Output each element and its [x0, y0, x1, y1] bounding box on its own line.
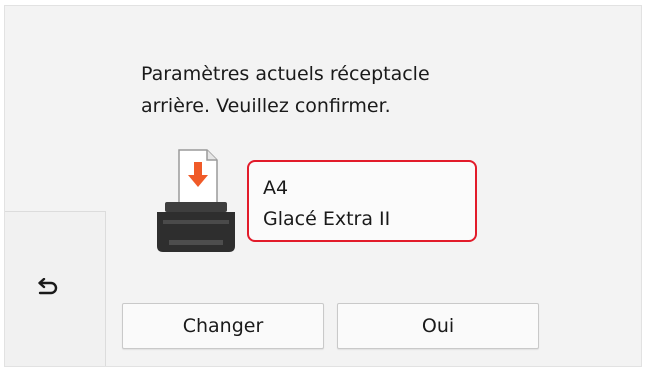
change-button[interactable]: Changer — [122, 303, 324, 349]
printer-rear-tray-icon — [157, 149, 235, 252]
paper-size: A4 — [263, 177, 289, 199]
message-line-2: arrière. Veuillez confirmer. — [141, 95, 391, 117]
printer-screen: Paramètres actuels réceptacle arrière. V… — [4, 5, 642, 367]
back-button[interactable] — [29, 270, 65, 306]
confirm-button[interactable]: Oui — [337, 303, 539, 349]
back-arrow-icon — [38, 278, 58, 295]
paper-settings-box[interactable]: A4 Glacé Extra II — [247, 160, 477, 242]
paper-type: Glacé Extra II — [263, 208, 391, 230]
confirmation-message: Paramètres actuels réceptacle arrière. V… — [141, 58, 561, 122]
message-line-1: Paramètres actuels réceptacle — [141, 63, 430, 85]
